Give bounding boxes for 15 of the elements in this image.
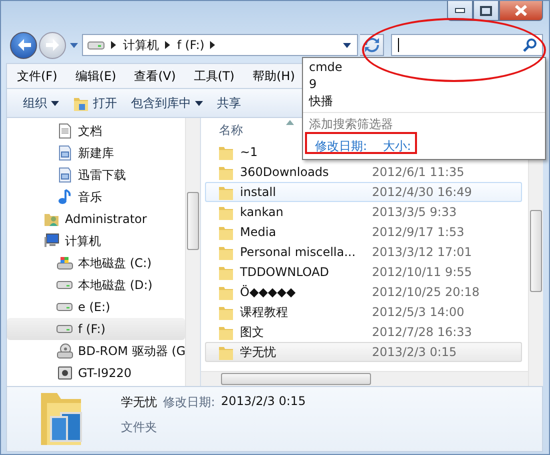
date-text: 2013/3/5 9:33 bbox=[372, 205, 457, 219]
date-text: 2012/6/1 11:35 bbox=[372, 165, 464, 179]
date-text: 2012/7/28 16:33 bbox=[372, 325, 472, 339]
date-text: 2013/3/12 17:01 bbox=[372, 245, 472, 259]
date-text: 2012/10/11 9:55 bbox=[372, 265, 472, 279]
date-text: 2012/10/25 20:18 bbox=[372, 285, 480, 299]
date-label: 修改日期: bbox=[163, 394, 216, 411]
date-text: 2013/2/3 0:15 bbox=[372, 345, 457, 359]
date-text: 2012/9/17 1:53 bbox=[372, 225, 464, 239]
date-text: 2012/5/3 14:00 bbox=[372, 305, 464, 319]
filter-heading: 添加搜索筛选器 bbox=[303, 112, 545, 134]
date-text: 2012/4/30 16:49 bbox=[372, 185, 472, 199]
file-name: 学无忧 bbox=[121, 394, 157, 411]
file-type: 文件夹 bbox=[121, 419, 158, 436]
date-value: 2013/2/3 0:15 bbox=[221, 394, 306, 410]
